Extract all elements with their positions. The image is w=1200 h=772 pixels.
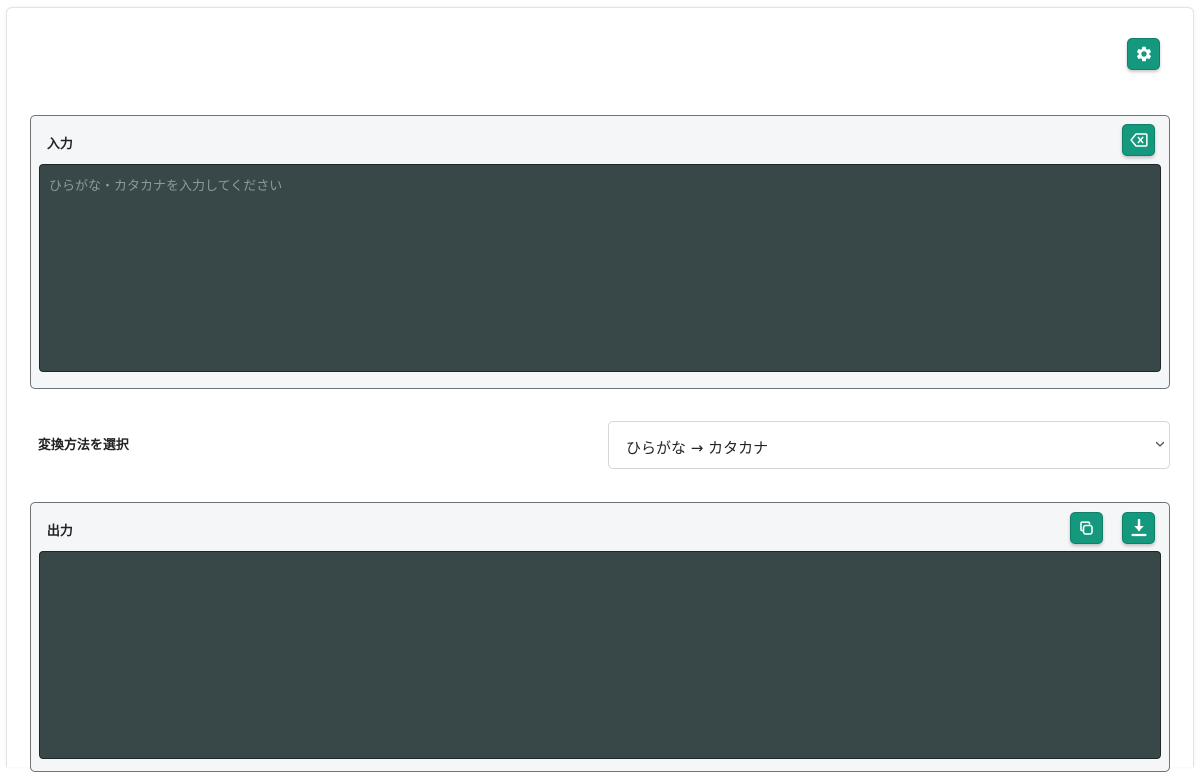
input-label: 入力 — [47, 137, 74, 152]
output-panel: 出力 — [30, 502, 1170, 772]
backspace-icon — [1129, 133, 1148, 147]
conversion-select[interactable]: ひらがな → カタカナ — [608, 421, 1170, 469]
output-label: 出力 — [47, 524, 74, 539]
settings-button[interactable] — [1127, 38, 1160, 70]
gear-icon — [1136, 46, 1151, 62]
clear-button[interactable] — [1122, 124, 1155, 156]
download-icon — [1130, 519, 1147, 537]
copy-icon — [1080, 520, 1093, 535]
conversion-selected-value: ひらがな → カタカナ — [626, 439, 769, 457]
copy-button[interactable] — [1070, 512, 1103, 544]
chevron-down-icon — [1155, 441, 1165, 447]
input-textarea[interactable] — [39, 164, 1161, 372]
output-textarea[interactable] — [39, 551, 1161, 759]
input-panel: 入力 — [30, 115, 1170, 389]
download-button[interactable] — [1122, 512, 1155, 544]
conversion-label: 変換方法を選択 — [38, 438, 130, 453]
